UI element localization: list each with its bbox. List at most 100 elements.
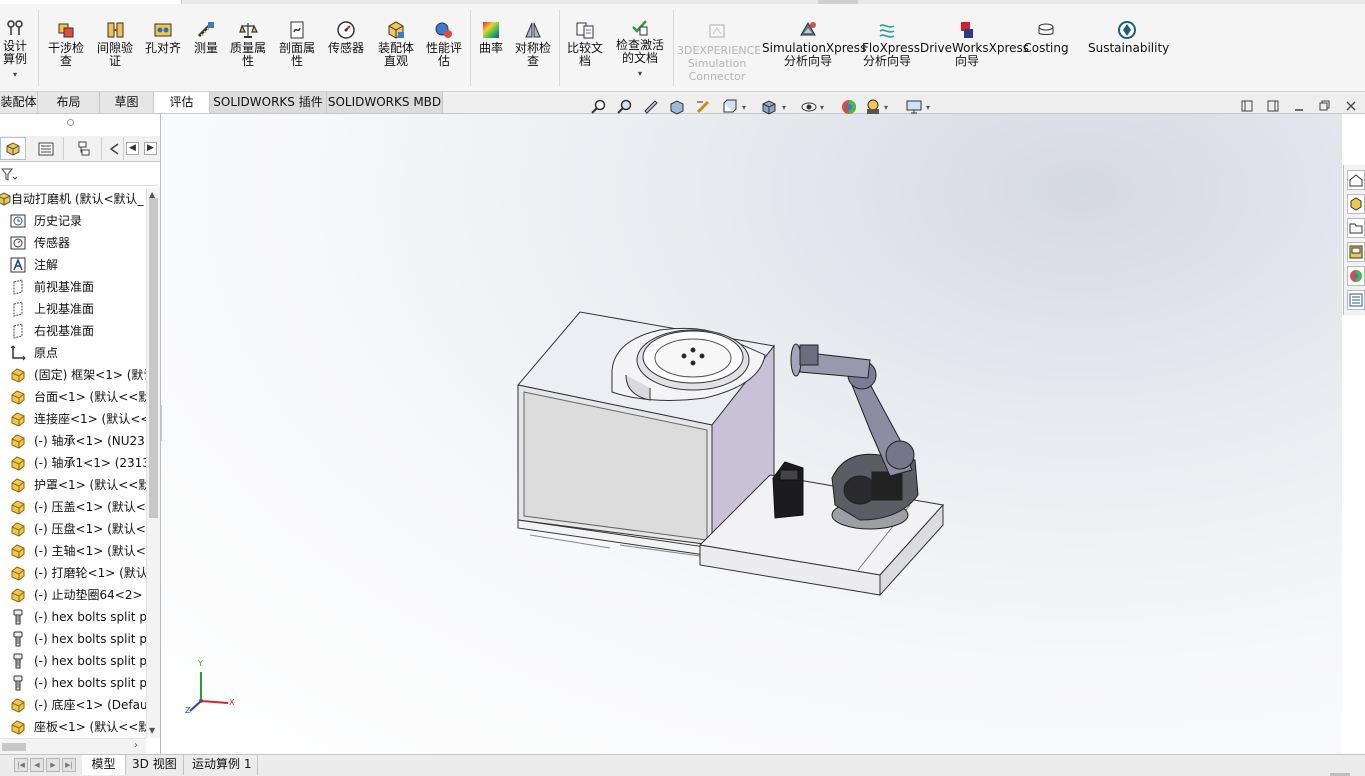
tab-3d-view[interactable]: 3D 视图 (126, 755, 184, 775)
tree-item[interactable]: (-) 止动垫圈64<2> ( (0, 584, 146, 606)
section-properties-button[interactable]: 剖面属性 (275, 20, 319, 68)
tab-assembly[interactable]: 装配体 (0, 92, 38, 113)
tree-item[interactable]: (固定) 框架<1> (默认 (0, 364, 146, 386)
tree-item[interactable]: (-) hex bolts split p (0, 628, 146, 650)
curvature-button[interactable]: 曲率 (474, 20, 508, 55)
appearances-icon[interactable] (1347, 266, 1365, 286)
cad-model[interactable] (162, 114, 1342, 754)
edit-appearance-icon[interactable] (838, 96, 860, 118)
hole-alignment-button[interactable]: 孔对齐 (141, 20, 185, 55)
scroll-down-icon[interactable]: ▼ (149, 726, 155, 735)
tree-item[interactable]: 护罩<1> (默认<<默 (0, 474, 146, 496)
tree-item[interactable]: (-) 压盖<1> (默认<< (0, 496, 146, 518)
view-orientation-icon[interactable] (718, 96, 740, 118)
tree-item[interactable]: 右视基准面 (0, 320, 146, 342)
assembly-visualization-button[interactable]: 装配体直观 (373, 20, 419, 68)
next-tab-icon[interactable]: ▶ (46, 758, 60, 772)
chevron-down-icon[interactable]: ▾ (778, 96, 790, 118)
tree-item[interactable]: 台面<1> (默认<<默 (0, 386, 146, 408)
mass-properties-button[interactable]: 质量属性 (226, 20, 270, 68)
chevron-down-icon[interactable]: ▾ (880, 96, 892, 118)
tree-item[interactable]: 原点 (0, 342, 146, 364)
design-study-button[interactable]: 设计算例 ▾ (0, 18, 30, 81)
symmetry-check-button[interactable]: 对称检查 (511, 20, 555, 68)
performance-evaluation-button[interactable]: 性能评估 (422, 20, 466, 68)
tab-configurationmanager[interactable] (66, 137, 102, 160)
tab-dimxpert[interactable] (104, 137, 124, 160)
tree-root[interactable]: 自动打磨机 (默认<默认_ (0, 188, 146, 210)
last-tab-icon[interactable]: ▶| (62, 758, 76, 772)
tree-item[interactable]: 连接座<1> (默认<< (0, 408, 146, 430)
compare-documents-button[interactable]: 比较文档 (563, 20, 607, 68)
tab-solidworks-addins[interactable]: SOLIDWORKS 插件 (210, 92, 327, 113)
zoom-to-area-icon[interactable] (614, 96, 636, 118)
tab-solidworks-mbd[interactable]: SOLIDWORKS MBD (327, 92, 443, 113)
tree-item[interactable]: 传感器 (0, 232, 146, 254)
tab-featuremanager[interactable] (0, 137, 26, 160)
chevron-down-icon[interactable]: ▾ (816, 96, 828, 118)
floxpress-button[interactable]: FloXpress 分析向导 (858, 20, 920, 68)
view-palette-icon[interactable] (1347, 242, 1365, 262)
tabs-scroll-left-icon[interactable]: ◀ (126, 142, 139, 155)
tab-motion-study-1[interactable]: 运动算例 1 (186, 755, 259, 775)
first-tab-icon[interactable]: |◀ (14, 758, 28, 772)
tree-item[interactable]: (-) 打磨轮<1> (默认 (0, 562, 146, 584)
tree-item[interactable]: 座板<1> (默认<<默 (0, 716, 146, 738)
home-icon[interactable] (1347, 170, 1365, 190)
tab-layout[interactable]: 布局 (38, 92, 100, 113)
tab-evaluate[interactable]: 评估 (154, 92, 210, 113)
chevron-down-icon[interactable]: ▾ (738, 96, 750, 118)
sensor-button[interactable]: 传感器 (324, 20, 368, 55)
check-active-document-button[interactable]: 检查激活的文档 ▾ (612, 17, 668, 80)
measure-button[interactable]: 测量 (188, 20, 224, 55)
tree-item[interactable]: (-) hex bolts split p (0, 606, 146, 628)
tab-sketch[interactable]: 草图 (100, 92, 154, 113)
scrollbar-thumb[interactable] (2, 743, 26, 751)
tree-vertical-scrollbar[interactable]: ▲ ▼ (146, 188, 160, 738)
tabs-scroll-right-icon[interactable]: ▶ (144, 142, 157, 155)
close-icon[interactable] (1343, 98, 1359, 114)
panel-grip-icon[interactable] (67, 119, 74, 126)
minimize-icon[interactable] (1291, 98, 1307, 114)
driveworksxpress-button[interactable]: DriveWorksXpress 向导 (920, 20, 1029, 68)
graphics-area[interactable]: Y X Z (162, 114, 1342, 754)
plane-icon (13, 301, 23, 317)
tab-model[interactable]: 模型 (82, 755, 126, 775)
tree-item[interactable]: 历史记录 (0, 210, 146, 232)
file-explorer-icon[interactable] (1347, 218, 1365, 238)
previous-tab-icon[interactable]: ◀ (30, 758, 44, 772)
tile-right-icon[interactable] (1265, 98, 1281, 114)
sustainability-button[interactable]: Sustainability (1088, 20, 1169, 55)
tree-filter[interactable] (0, 164, 158, 186)
zoom-to-fit-icon[interactable] (588, 96, 610, 118)
simulationxpress-button[interactable]: SimulationXpress 分析向导 (762, 20, 866, 68)
costing-button[interactable]: Costing (1022, 20, 1070, 55)
clearance-verification-button[interactable]: 间隙验证 (93, 20, 137, 68)
section-view-icon[interactable] (666, 96, 688, 118)
tree-horizontal-scrollbar[interactable]: › (0, 738, 146, 754)
tab-propertymanager[interactable] (28, 137, 64, 160)
chevron-down-icon[interactable]: ▾ (922, 96, 934, 118)
custom-properties-icon[interactable] (1347, 290, 1365, 310)
tree-item[interactable]: (-) 底座<1> (Defaul (0, 694, 146, 716)
tree-item[interactable]: (-) 主轴<1> (默认<< (0, 540, 146, 562)
tree-item[interactable]: (-) 轴承1<1> (2313 (0, 452, 146, 474)
chevron-down-icon[interactable]: ▾ (0, 68, 30, 81)
display-style-icon[interactable] (758, 96, 780, 118)
tree-item[interactable]: (-) 压盘<1> (默认<< (0, 518, 146, 540)
restore-icon[interactable] (1317, 98, 1333, 114)
previous-view-icon[interactable] (640, 96, 662, 118)
design-library-icon[interactable] (1347, 194, 1365, 214)
interference-detection-button[interactable]: 干涉检查 (44, 20, 88, 68)
scrollbar-thumb[interactable] (149, 198, 158, 518)
tile-left-icon[interactable] (1239, 98, 1255, 114)
tree-item[interactable]: (-) hex bolts split p (0, 672, 146, 694)
tree-item[interactable]: 上视基准面 (0, 298, 146, 320)
tree-item[interactable]: (-) 轴承<1> (NU231 (0, 430, 146, 452)
chevron-down-icon[interactable]: ▾ (612, 67, 668, 80)
dynamic-annotation-icon[interactable] (692, 96, 714, 118)
tree-item[interactable]: 前视基准面 (0, 276, 146, 298)
tree-item[interactable]: 注解 (0, 254, 146, 276)
scroll-right-icon[interactable]: › (134, 740, 138, 751)
tree-item[interactable]: (-) hex bolts split p (0, 650, 146, 672)
